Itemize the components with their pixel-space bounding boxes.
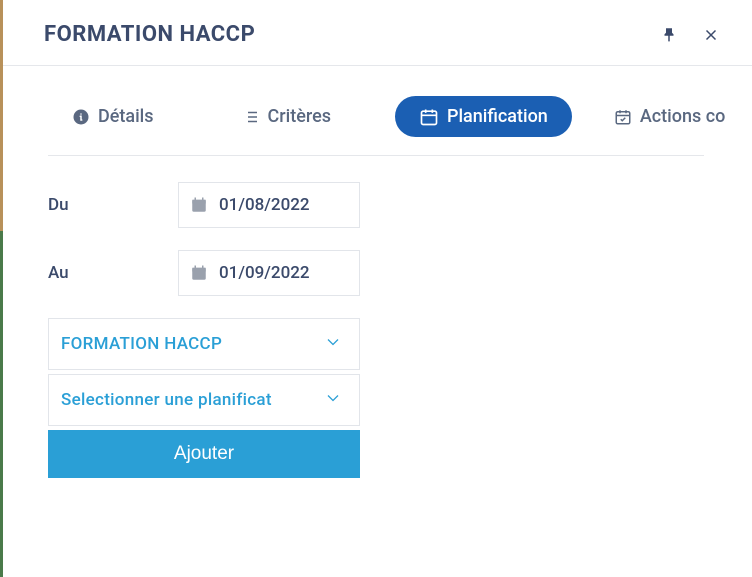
add-button[interactable]: Ajouter bbox=[48, 430, 360, 478]
selects-area: FORMATION HACCP Selectionner une planifi… bbox=[48, 318, 704, 478]
tab-actions[interactable]: Actions co bbox=[590, 96, 726, 137]
tab-details[interactable]: Détails bbox=[48, 96, 178, 137]
tab-details-label: Détails bbox=[98, 106, 154, 127]
date-input-au[interactable]: 01/09/2022 bbox=[178, 250, 360, 296]
modal-header: FORMATION HACCP bbox=[0, 0, 752, 66]
select-planification-placeholder: Selectionner une planificat bbox=[61, 390, 272, 410]
tab-planification[interactable]: Planification bbox=[395, 96, 572, 137]
pin-icon[interactable] bbox=[660, 26, 678, 44]
date-au-value: 01/09/2022 bbox=[219, 263, 310, 283]
calendar-icon bbox=[179, 251, 219, 295]
modal-container: FORMATION HACCP bbox=[0, 0, 752, 577]
row-au: Au 01/09/2022 bbox=[48, 250, 704, 296]
tab-actions-label: Actions co bbox=[640, 106, 726, 127]
tab-criteres[interactable]: Critères bbox=[218, 96, 355, 137]
row-du: Du 01/08/2022 bbox=[48, 182, 704, 228]
select-formation[interactable]: FORMATION HACCP bbox=[48, 318, 360, 370]
modal-title: FORMATION HACCP bbox=[44, 22, 255, 47]
select-formation-value: FORMATION HACCP bbox=[61, 334, 222, 354]
header-actions bbox=[660, 26, 720, 44]
chevron-down-icon bbox=[323, 332, 343, 356]
date-du-value: 01/08/2022 bbox=[219, 195, 310, 215]
chevron-down-icon bbox=[323, 388, 343, 412]
list-icon bbox=[242, 108, 260, 126]
tabs-wrapper: Détails Critères Planification bbox=[0, 66, 752, 156]
date-input-du[interactable]: 01/08/2022 bbox=[178, 182, 360, 228]
info-icon bbox=[72, 108, 90, 126]
form-area: Du 01/08/2022 Au bbox=[0, 156, 752, 504]
close-icon[interactable] bbox=[702, 26, 720, 44]
left-edge-decoration bbox=[0, 0, 3, 577]
label-au: Au bbox=[48, 263, 178, 283]
select-planification[interactable]: Selectionner une planificat bbox=[48, 374, 360, 426]
tabs-bar: Détails Critères Planification bbox=[48, 66, 704, 156]
label-du: Du bbox=[48, 195, 178, 215]
tab-planification-label: Planification bbox=[447, 106, 548, 127]
add-button-label: Ajouter bbox=[174, 443, 234, 465]
calendar-clock-icon bbox=[419, 107, 439, 127]
calendar-check-icon bbox=[614, 108, 632, 126]
calendar-icon bbox=[179, 183, 219, 227]
tab-criteres-label: Critères bbox=[268, 106, 331, 127]
